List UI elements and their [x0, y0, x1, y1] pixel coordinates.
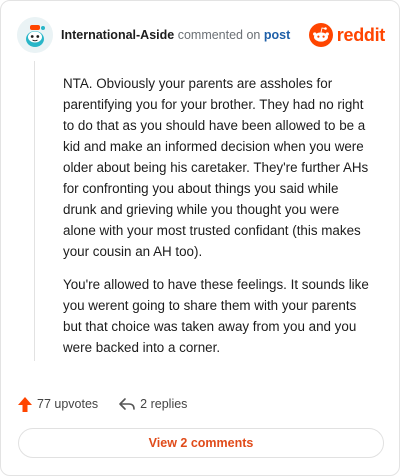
comment-paragraph-1: NTA. Obviously your parents are assholes… — [63, 76, 369, 259]
thread-line — [34, 61, 35, 361]
upvote-count: 77 upvotes — [37, 397, 99, 411]
comment-paragraph-2: You're allowed to have these feelings. I… — [63, 277, 369, 355]
comment-card: International-Aside commented on post re… — [0, 0, 400, 476]
comment-actions: 77 upvotes 2 replies — [17, 393, 187, 415]
action-text: commented on — [177, 28, 261, 42]
view-comments-button[interactable]: View 2 comments — [18, 428, 384, 458]
upvote-button[interactable]: 77 upvotes — [17, 396, 98, 413]
upvote-arrow-icon — [18, 396, 32, 412]
comment-header: International-Aside commented on post re… — [17, 15, 385, 55]
user-avatar[interactable] — [17, 17, 53, 53]
comment-body: NTA. Obviously your parents are assholes… — [63, 73, 373, 370]
reddit-logo-icon — [308, 23, 333, 47]
replies-button[interactable]: 2 replies — [118, 396, 187, 412]
username[interactable]: International-Aside — [61, 28, 174, 42]
brand-wordmark: reddit — [336, 24, 386, 45]
reply-arrow-icon — [119, 398, 135, 410]
post-link[interactable]: post — [264, 28, 290, 42]
replies-count: 2 replies — [140, 397, 188, 411]
reddit-brand[interactable]: reddit — [308, 23, 386, 47]
comment-meta: International-Aside commented on post — [61, 28, 290, 42]
snoo-avatar-icon — [17, 17, 53, 53]
